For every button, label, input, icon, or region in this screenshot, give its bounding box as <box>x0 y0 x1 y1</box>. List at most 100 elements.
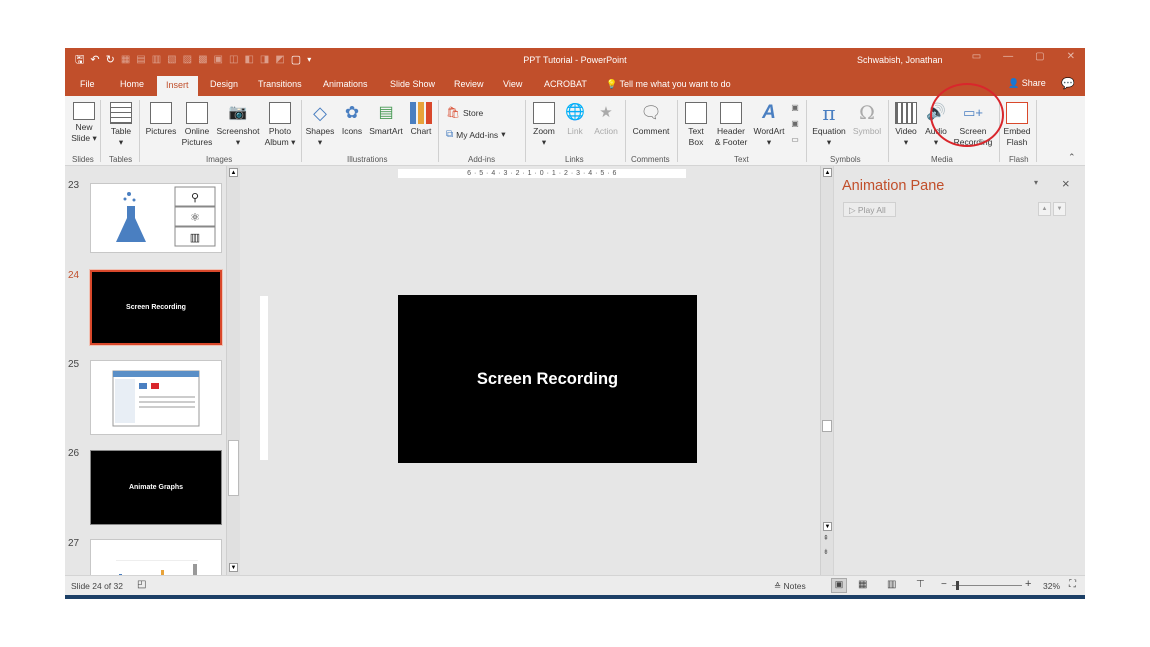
zoom-out-icon[interactable]: − <box>941 579 947 590</box>
collapse-ribbon-icon[interactable]: ⌃ <box>1068 152 1076 163</box>
header-footer-button[interactable]: Header & Footer <box>711 102 751 148</box>
ribbon-tabs: File Home Insert Design Transitions Anim… <box>65 73 1085 96</box>
animation-pane: Animation Pane ▾ × ▷ Play All ▲ ▼ <box>833 166 1085 575</box>
spellcheck-icon[interactable]: ◰ <box>137 579 146 590</box>
text-box-button[interactable]: Text Box <box>682 102 710 148</box>
tab-animations[interactable]: Animations <box>323 79 368 89</box>
close-icon[interactable]: ✕ <box>1067 51 1075 62</box>
icons-icon: ✿ <box>344 103 360 122</box>
new-slide-button[interactable]: New Slide ▾ <box>69 102 99 144</box>
slide-sorter-icon[interactable]: ▦ <box>858 579 867 590</box>
slide-title[interactable]: Screen Recording <box>477 370 618 389</box>
current-slide[interactable]: Screen Recording <box>398 295 697 463</box>
tab-file[interactable]: File <box>80 79 95 89</box>
play-all-label: Play All <box>857 205 886 215</box>
tab-design[interactable]: Design <box>210 79 238 89</box>
zoom-level[interactable]: 32% <box>1043 581 1060 591</box>
shapes-button[interactable]: ◇ Shapes ▾ <box>305 102 335 148</box>
camera-icon: 📷 <box>228 104 248 121</box>
pane-options-icon[interactable]: ▾ <box>1034 178 1038 187</box>
scrollbar-thumb[interactable] <box>822 420 832 432</box>
tab-view[interactable]: View <box>503 79 522 89</box>
slide-thumbnail-25[interactable] <box>90 360 222 435</box>
move-down-icon[interactable]: ▼ <box>1053 202 1066 216</box>
user-name[interactable]: Schwabish, Jonathan <box>857 55 943 65</box>
slide-number-icon[interactable]: ▣ <box>791 119 799 128</box>
tab-review[interactable]: Review <box>454 79 484 89</box>
slide-number: 23 <box>68 180 80 191</box>
window-controls: ▭ — ▢ ✕ <box>972 51 1075 62</box>
table-button[interactable]: Table ▾ <box>107 102 135 148</box>
minimize-icon[interactable]: — <box>1003 51 1013 62</box>
previous-slide-icon[interactable]: ⇞ <box>823 534 829 542</box>
date-time-icon[interactable]: ▣ <box>791 103 799 112</box>
canvas-scrollbar[interactable]: ▲ ▼ ⇞ ⇟ <box>820 166 833 575</box>
video-button[interactable]: Video ▾ <box>892 102 920 148</box>
slide-thumbnail-23[interactable]: ⚲ ⚛ ▥ <box>90 183 222 253</box>
slide-thumbnail-pane[interactable]: 23 ⚲ ⚛ ▥ 24 Screen Recording 25 26 Anima… <box>65 166 240 575</box>
reading-view-icon[interactable]: ▥ <box>887 579 896 590</box>
tab-slide-show[interactable]: Slide Show <box>390 79 435 89</box>
group-images: Images <box>206 155 233 164</box>
tab-acrobat[interactable]: ACROBAT <box>544 79 587 89</box>
zoom-button[interactable]: Zoom ▾ <box>529 102 559 148</box>
slide-thumbnail-26[interactable]: Animate Graphs <box>90 450 222 525</box>
share-button[interactable]: 👤 Share <box>1008 78 1046 89</box>
close-pane-icon[interactable]: × <box>1062 176 1070 191</box>
fit-to-window-icon[interactable]: ⛶ <box>1069 579 1076 590</box>
store-button[interactable]: 🛍 Store <box>446 106 483 119</box>
symbol-button[interactable]: Ω Symbol <box>849 102 885 137</box>
maximize-icon[interactable]: ▢ <box>1035 51 1044 62</box>
scrollbar-thumb[interactable] <box>228 440 239 496</box>
slide-editing-area[interactable]: 6 · 5 · 4 · 3 · 2 · 1 · 0 · 1 · 2 · 3 · … <box>253 166 820 575</box>
tab-transitions[interactable]: Transitions <box>258 79 302 89</box>
slide-thumbnail-24[interactable]: Screen Recording <box>89 269 223 346</box>
comment-button[interactable]: 🗨 Comment <box>629 102 673 137</box>
ribbon-display-icon[interactable]: ▭ <box>972 51 981 62</box>
scroll-up-icon[interactable]: ▲ <box>229 168 238 177</box>
zoom-slider[interactable] <box>952 581 1022 590</box>
wordart-button[interactable]: A WordArt ▾ <box>751 102 787 148</box>
link-button[interactable]: 🌐 Link <box>561 102 589 137</box>
icons-button[interactable]: ✿ Icons <box>338 102 366 137</box>
scroll-down-icon[interactable]: ▼ <box>229 563 238 572</box>
thumbnail-scrollbar[interactable]: ▲ ▼ <box>226 166 240 575</box>
move-up-icon[interactable]: ▲ <box>1038 202 1051 216</box>
action-button[interactable]: ★ Action <box>591 102 621 137</box>
tab-home[interactable]: Home <box>120 79 144 89</box>
science-icons-thumbnail: ⚲ ⚛ ▥ <box>116 186 216 247</box>
play-all-button[interactable]: ▷ Play All <box>843 202 896 217</box>
embed-flash-button[interactable]: Embed Flash <box>1001 102 1033 148</box>
zoom-in-icon[interactable]: + <box>1025 578 1031 590</box>
my-addins-button[interactable]: ⧉ My Add-ins ▾ <box>446 129 505 140</box>
slide-number: 24 <box>68 270 80 281</box>
zoom-slider-thumb[interactable] <box>956 581 959 590</box>
scroll-up-icon[interactable]: ▲ <box>823 168 832 177</box>
object-icon[interactable]: ▭ <box>791 135 799 144</box>
title-bar: 🖫 ↶ ↻ ▦ ▤ ▥ ▧ ▨ ▩ ▣ ◫ ◧ ◨ ◩ ▢ ▾ PPT Tuto… <box>65 48 1085 73</box>
flash-icon <box>1006 102 1028 124</box>
online-pictures-button[interactable]: Online Pictures <box>181 102 213 148</box>
slide-thumbnail-27[interactable] <box>90 539 222 575</box>
pictures-button[interactable]: Pictures <box>144 102 178 137</box>
smartart-button[interactable]: ▤ SmartArt <box>367 102 405 137</box>
table-icon <box>110 102 132 124</box>
scroll-down-icon[interactable]: ▼ <box>823 522 832 531</box>
tab-insert[interactable]: Insert <box>157 76 198 96</box>
comments-icon[interactable]: 💬 <box>1061 77 1075 90</box>
photo-album-button[interactable]: Photo Album ▾ <box>264 102 296 148</box>
next-slide-icon[interactable]: ⇟ <box>823 548 829 556</box>
equation-button[interactable]: π Equation ▾ <box>810 102 848 148</box>
tell-me-search[interactable]: 💡 Tell me what you want to do <box>606 79 731 90</box>
chart-button[interactable]: Chart <box>407 102 435 137</box>
reorder-buttons: ▲ ▼ <box>1038 202 1066 216</box>
text-small-buttons[interactable]: ▣ ▣ ▭ <box>788 100 802 148</box>
slide-count: Slide 24 of 32 <box>71 581 123 591</box>
slide-show-icon[interactable]: ⊤ <box>916 579 925 590</box>
addins-icon: ⧉ <box>446 129 454 140</box>
normal-view-icon[interactable]: ▣ <box>831 578 847 593</box>
notes-button[interactable]: ≙ Notes <box>774 581 806 592</box>
screenshot-button[interactable]: 📷 Screenshot ▾ <box>215 102 261 148</box>
store-icon: 🛍 <box>446 107 460 119</box>
chart-thumbnail <box>116 560 198 575</box>
